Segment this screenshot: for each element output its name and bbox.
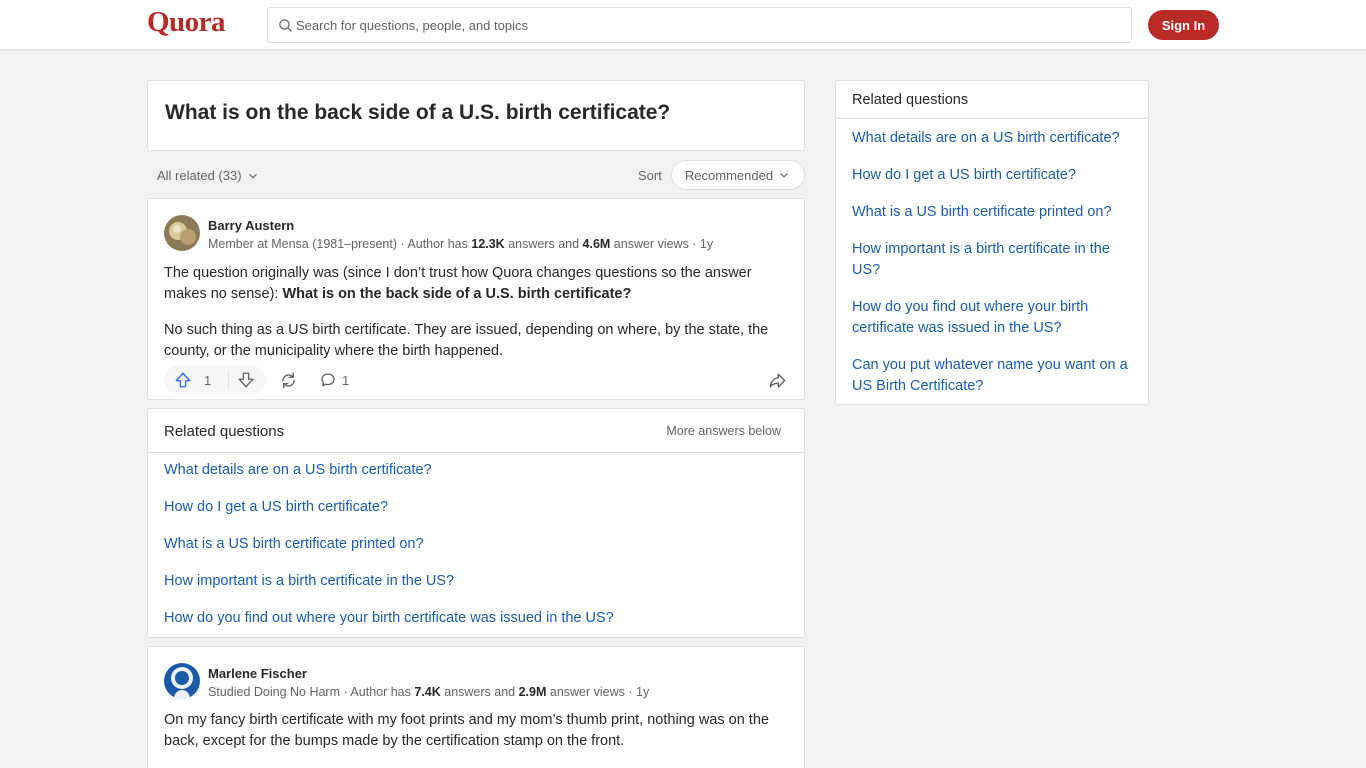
chevron-down-icon	[248, 173, 257, 179]
sidebar-question-link[interactable]: Can you put whatever name you want on a …	[852, 355, 1137, 397]
sidebar-question-link[interactable]: How important is a birth certificate in …	[852, 239, 1137, 281]
upvote-count: 1	[204, 373, 212, 388]
question-card: What is on the back side of a U.S. birth…	[147, 80, 805, 151]
related-questions-sidebar: Related questions What details are on a …	[835, 80, 1149, 405]
avatar[interactable]	[164, 663, 200, 699]
comment-count: 1	[342, 373, 350, 388]
vote-divider	[228, 371, 229, 389]
sidebar-question-link[interactable]: How do I get a US birth certificate?	[852, 165, 1137, 186]
more-answers-below: More answers below	[666, 424, 781, 438]
quora-logo[interactable]: Quora	[147, 6, 226, 39]
upvote-icon[interactable]	[174, 371, 192, 389]
share-arrow-icon[interactable]	[768, 371, 787, 390]
sidebar-question-link[interactable]: What is a US birth certificate printed o…	[852, 202, 1137, 223]
chevron-down-icon	[780, 172, 788, 178]
question-title: What is on the back side of a U.S. birth…	[165, 101, 671, 124]
sidebar-question-link[interactable]: What details are on a US birth certifica…	[852, 128, 1137, 149]
downvote-icon[interactable]	[237, 371, 255, 389]
reshare-icon[interactable]	[279, 371, 298, 390]
author-credential: Member at Mensa (1981–present) · Author …	[208, 237, 714, 251]
answer-filter-row: All related (33) Sort Recommended	[147, 160, 805, 190]
comment-icon[interactable]	[319, 371, 337, 389]
answer-paragraph: The question originally was (since I don…	[164, 265, 752, 302]
all-related-dropdown[interactable]: All related (33)	[157, 168, 260, 183]
sidebar-question-link[interactable]: How do you find out where your birth cer…	[852, 297, 1137, 339]
all-related-label: All related (33)	[157, 168, 242, 183]
related-questions-header: Related questions More answers below	[148, 409, 804, 453]
sidebar-title: Related questions	[852, 92, 969, 108]
related-questions-title: Related questions	[164, 423, 285, 440]
avatar[interactable]	[164, 215, 200, 251]
related-question-link[interactable]: How do I get a US birth certificate?	[164, 499, 388, 515]
answer-paragraph: On my fancy birth certificate with my fo…	[164, 712, 769, 749]
answer-paragraph: No such thing as a US birth certificate.…	[164, 322, 769, 359]
search-input[interactable]	[296, 8, 1116, 42]
related-questions-inline: Related questions More answers below Wha…	[147, 408, 805, 638]
sort-label: Sort	[638, 168, 662, 183]
related-question-link[interactable]: What details are on a US birth certifica…	[164, 462, 432, 478]
author-name[interactable]: Barry Austern	[208, 218, 294, 233]
answer-actions: 1 1	[164, 365, 792, 395]
vote-pill: 1	[164, 365, 266, 395]
sort-dropdown[interactable]: Recommended	[671, 160, 805, 190]
related-question-link[interactable]: How do you find out where your birth cer…	[164, 610, 614, 626]
author-name[interactable]: Marlene Fischer	[208, 666, 307, 681]
answer-card: Marlene Fischer Studied Doing No Harm · …	[147, 646, 805, 768]
sort-value: Recommended	[684, 167, 774, 183]
related-question-link[interactable]: How important is a birth certificate in …	[164, 573, 454, 589]
related-question-link[interactable]: What is a US birth certificate printed o…	[164, 536, 424, 552]
sign-in-button[interactable]: Sign In	[1148, 10, 1219, 40]
sidebar-header: Related questions	[836, 81, 1148, 119]
search-icon	[279, 19, 292, 32]
author-credential: Studied Doing No Harm · Author has 7.4K …	[208, 685, 650, 699]
top-header: Quora Sign In	[0, 0, 1366, 50]
search-bar[interactable]	[267, 7, 1132, 43]
answer-card: Barry Austern Member at Mensa (1981–pres…	[147, 198, 805, 400]
